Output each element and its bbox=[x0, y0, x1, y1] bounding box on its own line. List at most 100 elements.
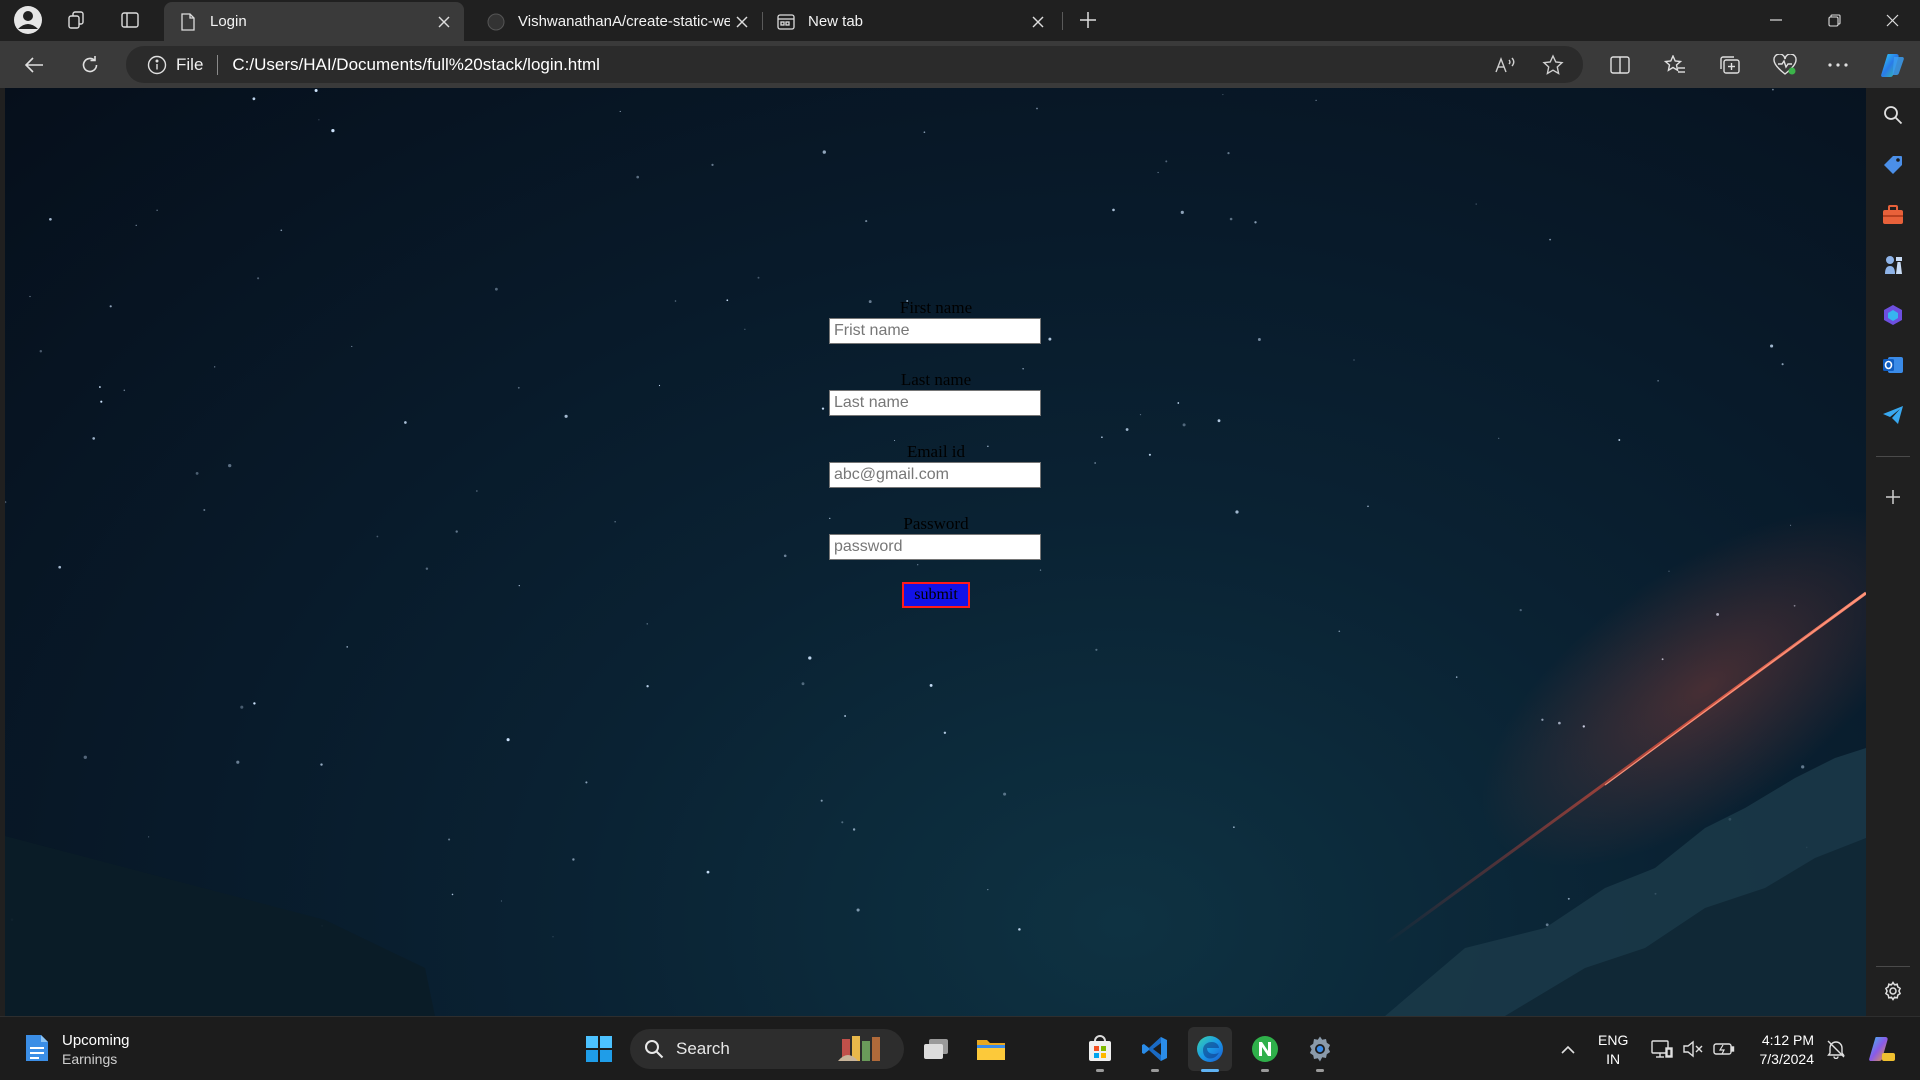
star bbox=[83, 755, 87, 759]
password-input[interactable] bbox=[829, 534, 1041, 560]
restore-button[interactable] bbox=[1806, 0, 1862, 40]
copilot-icon[interactable] bbox=[1875, 47, 1911, 83]
address-bar[interactable]: File C:/Users/HAI/Documents/full%20stack… bbox=[126, 46, 1583, 83]
first-name-input[interactable] bbox=[829, 318, 1041, 344]
back-button[interactable] bbox=[16, 47, 52, 83]
more-options-icon[interactable] bbox=[1820, 47, 1856, 83]
close-window-button[interactable] bbox=[1864, 0, 1920, 40]
email-input[interactable] bbox=[829, 462, 1041, 488]
page-icon bbox=[178, 12, 198, 32]
show-hidden-icons-chevron-icon[interactable] bbox=[1556, 1037, 1580, 1061]
notepad-n-icon bbox=[1252, 1036, 1278, 1062]
workspaces-icon[interactable] bbox=[61, 6, 93, 34]
widgets-button[interactable]: Upcoming Earnings bbox=[24, 1031, 130, 1069]
start-button[interactable] bbox=[577, 1027, 621, 1071]
star bbox=[1657, 380, 1659, 382]
star bbox=[376, 535, 379, 538]
star bbox=[1101, 436, 1103, 439]
store-button[interactable] bbox=[1078, 1027, 1122, 1072]
minimize-button[interactable] bbox=[1748, 0, 1804, 40]
star bbox=[195, 471, 199, 475]
file-explorer-icon bbox=[977, 1040, 1005, 1060]
sidebar-divider bbox=[1876, 456, 1910, 457]
last-name-group: Last name bbox=[829, 370, 1043, 416]
vscode-button[interactable] bbox=[1133, 1027, 1177, 1072]
tab-login[interactable]: Login bbox=[164, 2, 464, 41]
system-clock[interactable]: 4:12 PM 7/3/2024 bbox=[1752, 1031, 1815, 1069]
edge-button[interactable] bbox=[1188, 1027, 1232, 1072]
star bbox=[744, 328, 746, 330]
taskbar-search[interactable]: Search bbox=[630, 1029, 904, 1069]
browser-essentials-icon[interactable] bbox=[1767, 47, 1803, 83]
star bbox=[1455, 676, 1458, 678]
task-view-button[interactable] bbox=[914, 1027, 958, 1071]
stocks-news-icon bbox=[24, 1033, 50, 1068]
close-tab-icon[interactable] bbox=[1026, 10, 1050, 34]
settings-button[interactable] bbox=[1298, 1027, 1342, 1072]
favorite-star-icon[interactable] bbox=[1538, 50, 1568, 80]
star bbox=[98, 386, 101, 388]
input-language-indicator[interactable]: ENG IN bbox=[1598, 1031, 1628, 1069]
star bbox=[564, 414, 568, 418]
volume-muted-icon[interactable] bbox=[1681, 1037, 1705, 1061]
url-text[interactable]: C:/Users/HAI/Documents/full%20stack/logi… bbox=[232, 55, 600, 75]
copilot-preview-icon[interactable] bbox=[1866, 1034, 1896, 1064]
submit-button[interactable]: submit bbox=[902, 582, 970, 608]
battery-icon[interactable] bbox=[1712, 1037, 1736, 1061]
reload-button[interactable] bbox=[72, 47, 108, 83]
copilot-sidebar-icon[interactable] bbox=[1877, 299, 1909, 331]
tab-github[interactable]: VishwanathanA/create-static-wel bbox=[472, 2, 762, 41]
star bbox=[987, 888, 989, 891]
notepad-n-button[interactable] bbox=[1243, 1027, 1287, 1072]
close-tab-icon[interactable] bbox=[432, 10, 456, 34]
star bbox=[585, 781, 588, 784]
star bbox=[1801, 765, 1805, 769]
tab-divider bbox=[1062, 12, 1063, 30]
running-indicator bbox=[1316, 1069, 1324, 1072]
outlook-icon[interactable] bbox=[1877, 349, 1909, 381]
star bbox=[331, 128, 335, 133]
file-explorer-button[interactable] bbox=[969, 1027, 1013, 1071]
star bbox=[726, 299, 729, 302]
star bbox=[318, 119, 320, 121]
new-tab-plus-icon[interactable] bbox=[1072, 6, 1104, 34]
network-icon[interactable] bbox=[1650, 1037, 1674, 1061]
site-info-icon[interactable] bbox=[146, 54, 168, 76]
notification-bell-icon[interactable] bbox=[1824, 1037, 1848, 1061]
tools-briefcase-icon[interactable] bbox=[1877, 199, 1909, 231]
shopping-tag-icon[interactable] bbox=[1877, 149, 1909, 181]
star bbox=[495, 287, 498, 291]
edge-sidebar bbox=[1866, 88, 1920, 1016]
star bbox=[1125, 428, 1129, 431]
star bbox=[1095, 648, 1098, 651]
star bbox=[706, 870, 710, 874]
close-tab-icon[interactable] bbox=[730, 10, 754, 34]
star bbox=[148, 836, 150, 838]
star bbox=[1165, 160, 1168, 163]
star bbox=[1235, 510, 1239, 514]
send-telegram-icon[interactable] bbox=[1877, 399, 1909, 431]
add-sidebar-app-icon[interactable] bbox=[1877, 481, 1909, 513]
star bbox=[572, 858, 575, 861]
vertical-tabs-icon[interactable] bbox=[114, 6, 146, 34]
star bbox=[320, 763, 323, 766]
sidebar-settings-icon[interactable] bbox=[1877, 975, 1909, 1007]
star bbox=[1177, 402, 1180, 404]
search-highlight-icon bbox=[836, 1033, 896, 1070]
read-aloud-icon[interactable] bbox=[1490, 50, 1520, 80]
sidebar-search-icon[interactable] bbox=[1877, 99, 1909, 131]
collections-icon[interactable] bbox=[1712, 47, 1748, 83]
windows-taskbar: Upcoming Earnings Search ENG IN 4:12 PM … bbox=[0, 1016, 1920, 1080]
last-name-input[interactable] bbox=[829, 390, 1041, 416]
tab-new-tab[interactable]: New tab bbox=[762, 2, 1058, 41]
star bbox=[1157, 171, 1159, 174]
star bbox=[1227, 152, 1230, 155]
star bbox=[455, 530, 458, 533]
favorites-icon[interactable] bbox=[1657, 47, 1693, 83]
language-code: ENG bbox=[1598, 1032, 1629, 1048]
profile-icon[interactable] bbox=[12, 6, 44, 34]
games-chess-icon[interactable] bbox=[1877, 249, 1909, 281]
star bbox=[1222, 94, 1224, 96]
split-screen-icon[interactable] bbox=[1602, 47, 1638, 83]
browser-tab-strip: Login VishwanathanA/create-static-wel Ne… bbox=[0, 0, 1920, 41]
